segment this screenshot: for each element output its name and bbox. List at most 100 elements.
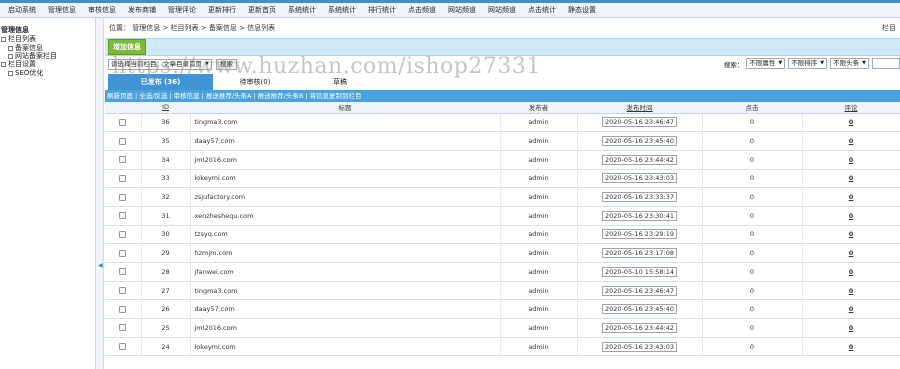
row-checkbox[interactable] [119, 137, 127, 145]
row-comments-link[interactable]: 0 [849, 287, 854, 295]
search-label: 搜索： [723, 60, 744, 69]
row-title-link[interactable]: daay57.com [195, 137, 235, 145]
nav-item[interactable]: 更新首页 [242, 3, 282, 18]
row-checkbox[interactable] [119, 212, 127, 220]
header-id[interactable]: ID [141, 102, 190, 114]
headline-select[interactable]: 不限头条 ▼ [830, 58, 869, 69]
search-input[interactable] [872, 58, 900, 69]
header-comments[interactable]: 评论 [802, 102, 900, 114]
attribute-select[interactable]: 不限属性 ▼ [746, 58, 786, 69]
nav-item[interactable]: 系统统计 [282, 3, 322, 18]
sidebar-item-record[interactable]: 备案信息 [0, 44, 95, 52]
row-comments-link[interactable]: 0 [849, 174, 854, 182]
sidebar-item-site-record[interactable]: 网站备案栏目 [0, 52, 95, 60]
row-checkbox[interactable] [119, 118, 127, 126]
row-time-cell: 2020-05-16 23:33:37 [577, 187, 703, 207]
nav-item[interactable]: 排行统计 [362, 3, 402, 18]
row-checkbox[interactable] [119, 324, 127, 332]
row-checkbox[interactable] [119, 343, 127, 351]
nav-item[interactable]: 点击统计 [522, 3, 562, 18]
row-comments-cell: 0 [802, 113, 900, 132]
row-comments-link[interactable]: 0 [849, 268, 854, 276]
row-title-link[interactable]: xenzheshequ.com [195, 212, 254, 220]
row-title-link[interactable]: daay57.com [195, 305, 235, 313]
chevron-down-icon: ▼ [778, 60, 783, 66]
row-checkbox[interactable] [119, 156, 127, 164]
action-link[interactable]: 推送推荐/头条A [206, 92, 252, 100]
row-title-link[interactable]: tzsyq.com [195, 230, 228, 238]
row-comments-link[interactable]: 0 [849, 230, 854, 238]
row-checkbox-cell [105, 262, 142, 282]
nav-item[interactable]: 启动系统 [2, 3, 42, 18]
row-comments-link[interactable]: 0 [849, 193, 854, 201]
nav-item[interactable]: 系统统计 [322, 3, 362, 18]
row-checkbox[interactable] [119, 249, 127, 257]
nav-item[interactable]: 更新排行 [202, 3, 242, 18]
action-link[interactable]: 全选/反选 [139, 92, 167, 100]
breadcrumb: 位置： 管理信息 > 栏目列表 > 备案信息 > 信息列表 栏目 [105, 18, 900, 38]
search-go-button[interactable]: 搜索 [215, 58, 237, 70]
top-navigation: 启动系统 管理信息 审核信息 发布商铺 管理评论 更新排行 更新首页 系统统计 系统统计 排行统计… [0, 3, 900, 18]
row-time-cell: 2020-05-16 23:45:40 [577, 299, 703, 319]
row-comments-link[interactable]: 0 [849, 343, 854, 351]
row-time: 2020-05-16 23:43:03 [601, 341, 678, 352]
row-title-link[interactable]: lokeymi.com [195, 174, 236, 182]
nav-item[interactable]: 发布商铺 [122, 3, 162, 18]
sidebar-group-columns[interactable]: 栏目列表 [0, 35, 95, 44]
row-title-cell: zsjufactory.com [190, 187, 501, 207]
header-time[interactable]: 发布时间 [577, 102, 702, 114]
nav-item[interactable]: 点击频道 [402, 3, 442, 18]
tab-pending[interactable]: 待审核(0) [225, 74, 285, 90]
row-checkbox[interactable] [119, 287, 127, 295]
sidebar-section-title: 管理信息 [1, 26, 29, 34]
action-link[interactable]: 将信息复制到栏目 [310, 92, 362, 100]
row-comments-link[interactable]: 0 [849, 137, 854, 145]
row-comments-link[interactable]: 0 [849, 249, 854, 257]
row-title-link[interactable]: jml2016.com [195, 324, 237, 332]
action-link[interactable]: 审核信息 [174, 92, 200, 100]
row-title-link[interactable]: hzmjm.com [195, 249, 233, 257]
row-checkbox[interactable] [119, 193, 127, 201]
row-comments-cell: 0 [802, 169, 900, 188]
row-comments-cell: 0 [802, 225, 900, 244]
row-title-cell: tingma3.com [190, 281, 501, 300]
sidebar-group-settings[interactable]: 栏目设置 [0, 60, 95, 69]
sidebar-item-seo[interactable]: SEO优化 [0, 69, 95, 77]
collapse-arrow-icon[interactable]: ◀ [98, 262, 103, 269]
row-clicks: 0 [702, 262, 803, 282]
action-link[interactable]: 刷新页面 [107, 92, 133, 100]
row-checkbox[interactable] [119, 174, 127, 182]
row-title-link[interactable]: jfanwei.com [195, 268, 234, 276]
nav-item[interactable]: 管理评论 [162, 3, 202, 18]
row-comments-link[interactable]: 0 [849, 156, 854, 164]
row-title-link[interactable]: zsjufactory.com [195, 193, 246, 201]
row-title-link[interactable]: tingma3.com [195, 287, 238, 295]
row-comments-link[interactable]: 0 [849, 324, 854, 332]
nav-item[interactable]: 网站频道 [482, 3, 522, 18]
row-title-link[interactable]: jml2016.com [195, 156, 237, 164]
category-select[interactable]: 请选择当前栏目：文章目录首页 ▼ [108, 58, 212, 70]
tab-draft[interactable]: 草稿 [310, 74, 370, 90]
row-comments-cell: 0 [802, 299, 900, 319]
nav-item[interactable]: 静态设置 [562, 3, 602, 18]
table-row: 28 jfanwei.com admin 2020-05-10 15:58:14 0 0 [105, 262, 900, 282]
page-icon [8, 70, 13, 76]
nav-item[interactable]: 管理信息 [42, 3, 82, 18]
row-comments-link[interactable]: 0 [849, 118, 854, 126]
action-link[interactable]: 推送推荐/头条B [258, 92, 304, 100]
row-id: 25 [141, 318, 191, 338]
row-comments-link[interactable]: 0 [849, 305, 854, 313]
row-checkbox[interactable] [119, 268, 127, 276]
row-clicks: 0 [702, 113, 803, 132]
row-checkbox[interactable] [119, 305, 127, 313]
add-info-button[interactable]: 增加信息 [108, 39, 146, 55]
row-comments-link[interactable]: 0 [849, 212, 854, 220]
sidebar-splitter[interactable]: ◀ [96, 18, 104, 369]
tab-published[interactable]: 已发布 (36) [108, 74, 213, 90]
nav-item[interactable]: 网站频道 [442, 3, 482, 18]
row-title-link[interactable]: lokeymi.com [195, 343, 236, 351]
nav-item[interactable]: 审核信息 [82, 3, 122, 18]
row-title-link[interactable]: tingma3.com [195, 118, 238, 126]
sort-select[interactable]: 不限排序 ▼ [788, 58, 828, 69]
row-checkbox[interactable] [119, 230, 127, 238]
